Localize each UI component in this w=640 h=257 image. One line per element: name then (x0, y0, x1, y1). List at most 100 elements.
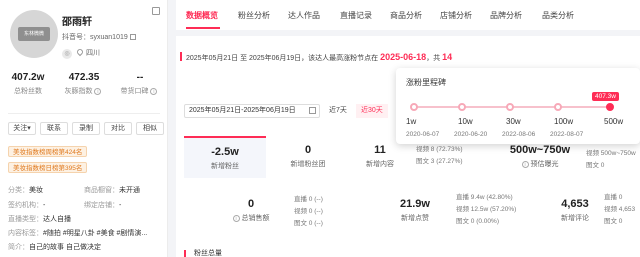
milestone-dot-current[interactable] (606, 103, 614, 111)
milestone-dot[interactable] (410, 103, 418, 111)
metric-label: 新增内容 (366, 161, 394, 168)
info-icon: i (94, 87, 102, 95)
edit-icon[interactable] (152, 7, 160, 15)
douyin-id: 抖音号：syxuan1019 (62, 32, 136, 42)
tab-live[interactable]: 直播记录 (340, 10, 372, 21)
contact-button[interactable]: 联系 (40, 122, 68, 135)
rank-tag-daily[interactable]: 美妆指数榜日榜第395名 (8, 162, 88, 173)
metric-label: i 总销售额 (216, 213, 286, 223)
compare-button[interactable]: 对比 (104, 122, 132, 135)
tab-works[interactable]: 达人作品 (288, 10, 320, 21)
likes-breakdown: 直播 9.4w (42.80%) 视频 12.5w (57.20%) 图文 0 … (456, 194, 517, 225)
stat-index: 472.35 灰豚指数 i (56, 72, 112, 96)
milestone-date: 2020-06-20 (454, 131, 488, 138)
metric-sales[interactable]: 0 i 总销售额 (216, 196, 286, 232)
info-live-type: 直播类型：达人自播 (8, 216, 71, 223)
douyin-id-text: 抖音号：syxuan1019 (62, 34, 128, 41)
metric-value: -2.5w (211, 146, 239, 158)
info-icon: i (232, 214, 240, 222)
metric-label: i 预估曝光 (502, 159, 578, 169)
current-fans-bubble: 407.3w (592, 92, 619, 101)
location-pin-icon (75, 47, 85, 57)
milestone-level: 500w (604, 117, 624, 126)
metric-value: 21.9w (400, 198, 430, 210)
metric-comments[interactable]: 4,653 新增评论 (546, 196, 604, 232)
tab-brands[interactable]: 品牌分析 (490, 10, 522, 21)
info-org: 签约机构：- (8, 202, 46, 209)
metric-label: 新增粉丝团 (290, 161, 326, 168)
profile-stats: 407.2w 总粉丝数 472.35 灰豚指数 i -- 带货口碑 i (0, 72, 168, 96)
stat-value: 407.2w (11, 72, 45, 83)
action-buttons: 关注▾ 联系 录制 对比 相似 (8, 122, 164, 135)
avatar[interactable]: 东林微微 (10, 10, 58, 58)
metric-value: 11 (374, 144, 386, 156)
active-tab-underline (186, 27, 220, 29)
info-shop: 绑定店铺：- (84, 202, 122, 209)
content-breakdown: 视频 8 (72.73%) 图文 3 (27.27%) (416, 146, 463, 165)
stat-label: 总粉丝数 (14, 88, 42, 95)
avatar-logo: 东林微微 (18, 27, 50, 41)
milestone-dot[interactable] (458, 103, 466, 111)
milestone-level: 30w (506, 117, 521, 126)
milestone-dot[interactable] (506, 103, 514, 111)
metric-value: 0 (247, 198, 255, 210)
info-icon: i (521, 160, 529, 168)
info-intro: 简介：自己的故事 自己做决定 (8, 244, 101, 251)
tab-goods[interactable]: 商品分析 (390, 10, 422, 21)
range-30days[interactable]: 近30天 (356, 104, 388, 118)
record-button[interactable]: 录制 (72, 122, 100, 135)
info-category: 分类：美妆 (8, 187, 43, 194)
stat-reputation: -- 带货口碑 i (112, 72, 168, 96)
profile-panel: 东林微微 邵雨轩 抖音号：syxuan1019 ◎ 四川 407.2w 总粉丝数 … (0, 0, 168, 257)
verify-icon: ◎ (62, 49, 72, 59)
metric-label: 新增粉丝 (211, 163, 239, 170)
metric-value: 0 (304, 144, 312, 156)
tab-overview[interactable]: 数据概览 (186, 10, 218, 21)
milestone-level: 1w (406, 117, 417, 126)
comments-breakdown: 直播 0 视频 4,653 图文 0 (604, 194, 636, 225)
milestone-level: 10w (458, 117, 473, 126)
sales-breakdown: 直播 0 (--) 视频 0 (--) 图文 0 (--) (294, 196, 323, 227)
copy-icon[interactable] (129, 34, 136, 41)
metric-new-fans[interactable]: -2.5w 新增粉丝 (184, 136, 266, 178)
stat-value: 472.35 (68, 72, 100, 83)
stat-label: 带货口碑 i (112, 86, 168, 96)
metric-value: 4,653 (561, 198, 589, 210)
location-text: 四川 (86, 50, 100, 57)
metric-likes[interactable]: 21.9w 新增点赞 (384, 196, 446, 232)
tab-shops[interactable]: 店铺分析 (440, 10, 472, 21)
milestone-level: 100w (554, 117, 574, 126)
milestone-dot[interactable] (554, 103, 562, 111)
stat-label: 灰豚指数 i (56, 86, 112, 96)
profile-name: 邵雨轩 (62, 17, 92, 28)
divider (8, 113, 160, 114)
section-marker (184, 250, 186, 257)
stat-fans: 407.2w 总粉丝数 (0, 72, 56, 96)
metric-label: 新增点赞 (401, 215, 429, 222)
similar-button[interactable]: 相似 (136, 122, 164, 135)
section-title: 粉丝总量 (194, 250, 222, 257)
section-marker (180, 52, 182, 61)
metric-value: 500w~750w (509, 144, 571, 156)
popup-title: 涨粉里程碑 (406, 78, 446, 87)
overview-summary: 2025年05月21日 至 2025年06月19日，该达人最高涨粉节点在 202… (186, 52, 453, 62)
milestone-date: 2022-08-07 (550, 131, 584, 138)
tab-fans[interactable]: 粉丝分析 (238, 10, 270, 21)
date-range-picker[interactable]: 2025年05月21日-2025年06月19日 (184, 104, 320, 118)
stat-value: -- (136, 72, 144, 83)
milestone-date: 2022-08-06 (502, 131, 536, 138)
tab-categories[interactable]: 品类分析 (542, 10, 574, 21)
milestone-date: 2020-06-07 (406, 131, 440, 138)
calendar-icon (309, 107, 316, 114)
milestone-popup: 涨粉里程碑 407.3w 1w 10w 30w 100w 500w 2020-0… (396, 68, 640, 144)
follow-button[interactable]: 关注▾ (8, 122, 36, 135)
rank-tag-weekly[interactable]: 美妆指数榜周榜第424名 (8, 146, 88, 157)
metric-label: 新增评论 (561, 215, 589, 222)
info-content-tags: 内容标签：#随拍 #明星八卦 #美食 #剧情演... (8, 230, 148, 237)
location-row: ◎ 四川 (62, 47, 100, 59)
range-7days[interactable]: 近7天 (324, 104, 352, 118)
info-icon: i (150, 87, 158, 95)
metric-new-fan-groups[interactable]: 0 新增粉丝团 (268, 136, 348, 178)
top-nav: 数据概览 粉丝分析 达人作品 直播记录 商品分析 店铺分析 品牌分析 品类分析 (176, 0, 640, 30)
info-showcase: 商品橱窗：未开通 (84, 187, 140, 194)
